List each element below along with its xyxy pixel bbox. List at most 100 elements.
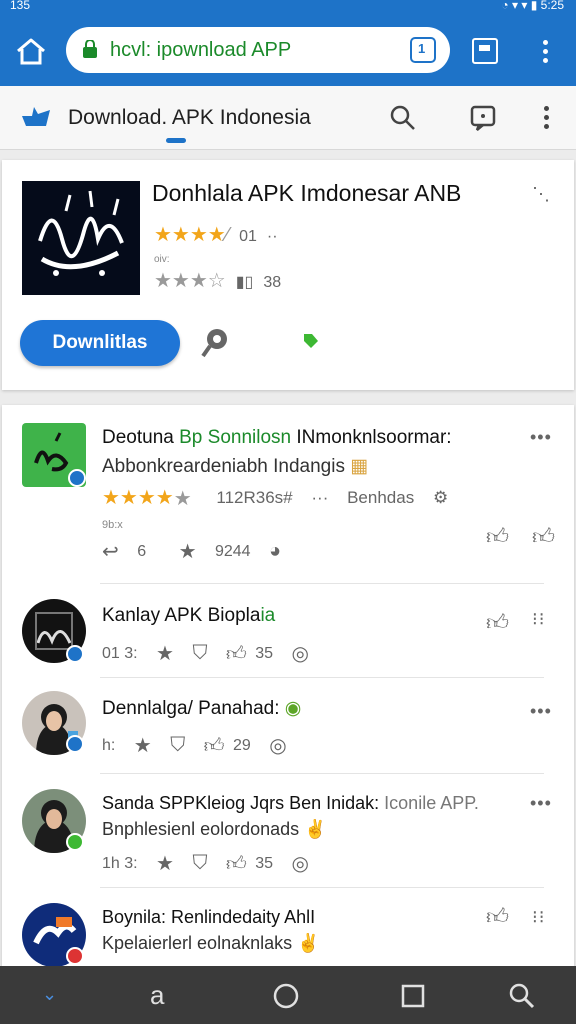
like-icon[interactable]: 👍︎ xyxy=(204,734,225,758)
list-item[interactable]: Sanda SPPKleiog Jqrs Ben Inidak: Iconile… xyxy=(2,775,574,889)
camera-icon[interactable]: ◎ xyxy=(292,641,309,666)
featured-app-title[interactable]: Donhlala APK Imdonesar ANB xyxy=(152,180,461,207)
page-menu-icon[interactable] xyxy=(539,104,555,132)
list-item[interactable]: Boynila: Renlindedaity AhlI Kpelaierlerl… xyxy=(2,889,574,969)
item-subtitle-text: Abbonkreardeniabh Indangis xyxy=(102,456,345,477)
featured-rating-text: 01 xyxy=(239,228,257,245)
pin-icon[interactable] xyxy=(200,326,230,360)
rating-row: ★★★★★ 112R36s# ··· Benhdas ⚙ xyxy=(102,485,462,511)
more-options-icon[interactable]: ⁝⁝ xyxy=(532,609,545,630)
site-header: Download. APK Indonesia xyxy=(0,86,576,150)
item-subtitle: Bnphlesienl eolordonads ✌ xyxy=(102,819,327,840)
status-time: 135 xyxy=(10,0,31,12)
emoji-icon: ◉ xyxy=(284,698,302,719)
download-button[interactable]: Downlitlas xyxy=(20,320,180,366)
divider xyxy=(100,583,544,584)
like-icon[interactable]: 👍︎ xyxy=(486,903,509,930)
action-count-a: 1h 3: xyxy=(102,854,138,872)
camera-icon[interactable]: ◎ xyxy=(269,733,286,758)
star-icon[interactable]: ★ xyxy=(179,539,197,564)
star-icon[interactable]: ★ xyxy=(156,641,174,666)
action-count-b: 35 xyxy=(255,854,274,872)
item-title-highlight: ia xyxy=(260,605,276,626)
browser-toolbar: hcvl: ipownload APP 1 xyxy=(0,14,576,86)
featured-small-text: oiv: xyxy=(154,254,170,265)
bookmark-icon[interactable]: ⛉ xyxy=(192,852,207,875)
chat-icon[interactable]: ◕ xyxy=(269,540,281,563)
reply-icon[interactable]: ↩ xyxy=(102,539,119,564)
action-row: 01 3: ★ ⛉ 👍︎ 35 ◎ xyxy=(102,641,323,666)
featured-app-card: Donhlala APK Imdonesar ANB ⋱ ★★★★⁄ 01 ·· o… xyxy=(2,160,574,390)
camera-icon[interactable]: ◎ xyxy=(292,851,309,876)
thumbs-up-icon: ▮▯ xyxy=(235,274,254,291)
list-item[interactable]: Dennlalga/ Panahad: ◉ h: ★ ⛉ 👍︎ 29 ◎ ••• xyxy=(2,679,574,775)
item-title-part: Deotuna xyxy=(102,427,180,448)
like-icon[interactable]: 👍︎ xyxy=(226,642,247,666)
action-count-a: h: xyxy=(102,736,116,754)
badge-icon xyxy=(66,645,84,663)
address-bar[interactable]: hcvl: ipownload APP 1 xyxy=(66,27,450,73)
ellipsis-icon: ·· xyxy=(266,228,278,245)
item-subtitle: Kpelaierlerl eolnaknlaks ✌ xyxy=(102,933,320,954)
list-item[interactable]: Kanlay APK Bioplaia 01 3: ★ ⛉ 👍︎ 35 ◎ 👍︎… xyxy=(2,585,574,679)
notification-icon[interactable] xyxy=(469,104,497,132)
badge-icon xyxy=(68,469,86,487)
action-count-b: 9244 xyxy=(214,542,251,560)
green-tag-icon[interactable] xyxy=(302,332,320,350)
item-title[interactable]: Boynila: Renlindedaity AhlI xyxy=(102,907,315,928)
item-title-grey: Iconile APP. xyxy=(379,793,479,813)
star-icon[interactable]: ★ xyxy=(156,851,174,876)
featured-app-image[interactable] xyxy=(22,181,140,295)
item-title-text: Kanlay APK Biopla xyxy=(102,605,261,626)
rating-meta: 112R36s# xyxy=(216,488,293,508)
like-icon[interactable]: 👍︎ xyxy=(486,523,509,550)
search-icon[interactable] xyxy=(389,104,417,132)
divider xyxy=(100,677,544,678)
recents-icon[interactable] xyxy=(400,983,426,1009)
grey-star-rating-icon: ★★★☆ xyxy=(154,270,226,292)
status-bar: 135 ◔ ▾ ▾ ▮ 5:25 xyxy=(0,0,576,14)
item-title[interactable]: Sanda SPPKleiog Jqrs Ben Inidak: Iconile… xyxy=(102,793,479,814)
settings-icon: ⚙ xyxy=(432,488,449,508)
bookmark-icon[interactable]: ⛉ xyxy=(170,734,185,757)
share-icon[interactable]: ⋱ xyxy=(532,184,550,205)
star-rating-icon: ★★★★★ xyxy=(102,487,192,511)
action-count-b: 29 xyxy=(233,736,251,754)
more-options-icon[interactable]: ••• xyxy=(530,427,552,448)
item-title[interactable]: Dennlalga/ Panahad: ◉ xyxy=(102,697,301,720)
back-icon[interactable]: a xyxy=(150,980,164,1011)
list-item[interactable]: Deotuna Bp Sonnilosn INmonknlsoormar: Ab… xyxy=(2,405,574,585)
item-subtitle-text: Kpelaierlerl eolnaknlaks xyxy=(102,933,293,953)
more-options-icon[interactable]: ••• xyxy=(530,793,552,814)
home-icon[interactable] xyxy=(14,36,48,66)
item-title-text: Dennlalga/ Panahad: xyxy=(102,698,280,719)
like-icon[interactable]: 👍︎ xyxy=(226,852,247,876)
action-count-b: 35 xyxy=(255,644,274,662)
badge-icon xyxy=(66,735,84,753)
lock-icon xyxy=(83,40,97,58)
bookmark-icon[interactable]: ⛉ xyxy=(192,642,207,665)
like-outline-icon[interactable]: 👍︎ xyxy=(532,523,555,550)
chevron-down-icon[interactable]: ⌄ xyxy=(42,984,57,1005)
page-info-icon[interactable]: 1 xyxy=(410,37,436,63)
like-icon[interactable]: 👍︎ xyxy=(486,609,509,636)
more-options-icon[interactable]: ⁝⁝ xyxy=(532,907,545,928)
overflow-menu-icon[interactable] xyxy=(538,38,554,66)
featured-secondary-rating: ★★★☆ ▮▯ 38 xyxy=(154,268,281,293)
site-logo-icon[interactable] xyxy=(20,104,52,130)
action-row: ↩ 6 ★ 9244 ◕ xyxy=(102,539,295,564)
home-circle-icon[interactable] xyxy=(272,982,300,1010)
status-right: ◔ ▾ ▾ ▮ 5:25 xyxy=(501,0,564,12)
search-icon[interactable] xyxy=(508,982,536,1010)
star-icon[interactable]: ★ xyxy=(134,733,152,758)
item-title-highlight: Bp Sonnilosn xyxy=(179,427,292,448)
app-icon[interactable] xyxy=(22,423,86,487)
item-title[interactable]: Deotuna Bp Sonnilosn INmonknlsoormar: xyxy=(102,427,452,449)
url-text: hcvl: ipownload APP xyxy=(110,39,292,61)
featured-rating: ★★★★⁄ 01 ·· xyxy=(154,222,278,247)
tabs-icon[interactable] xyxy=(472,38,498,64)
more-options-icon[interactable]: ••• xyxy=(530,701,552,722)
item-title[interactable]: Kanlay APK Bioplaia xyxy=(102,605,275,627)
divider xyxy=(100,773,544,774)
calligraphy-artwork xyxy=(38,190,124,276)
